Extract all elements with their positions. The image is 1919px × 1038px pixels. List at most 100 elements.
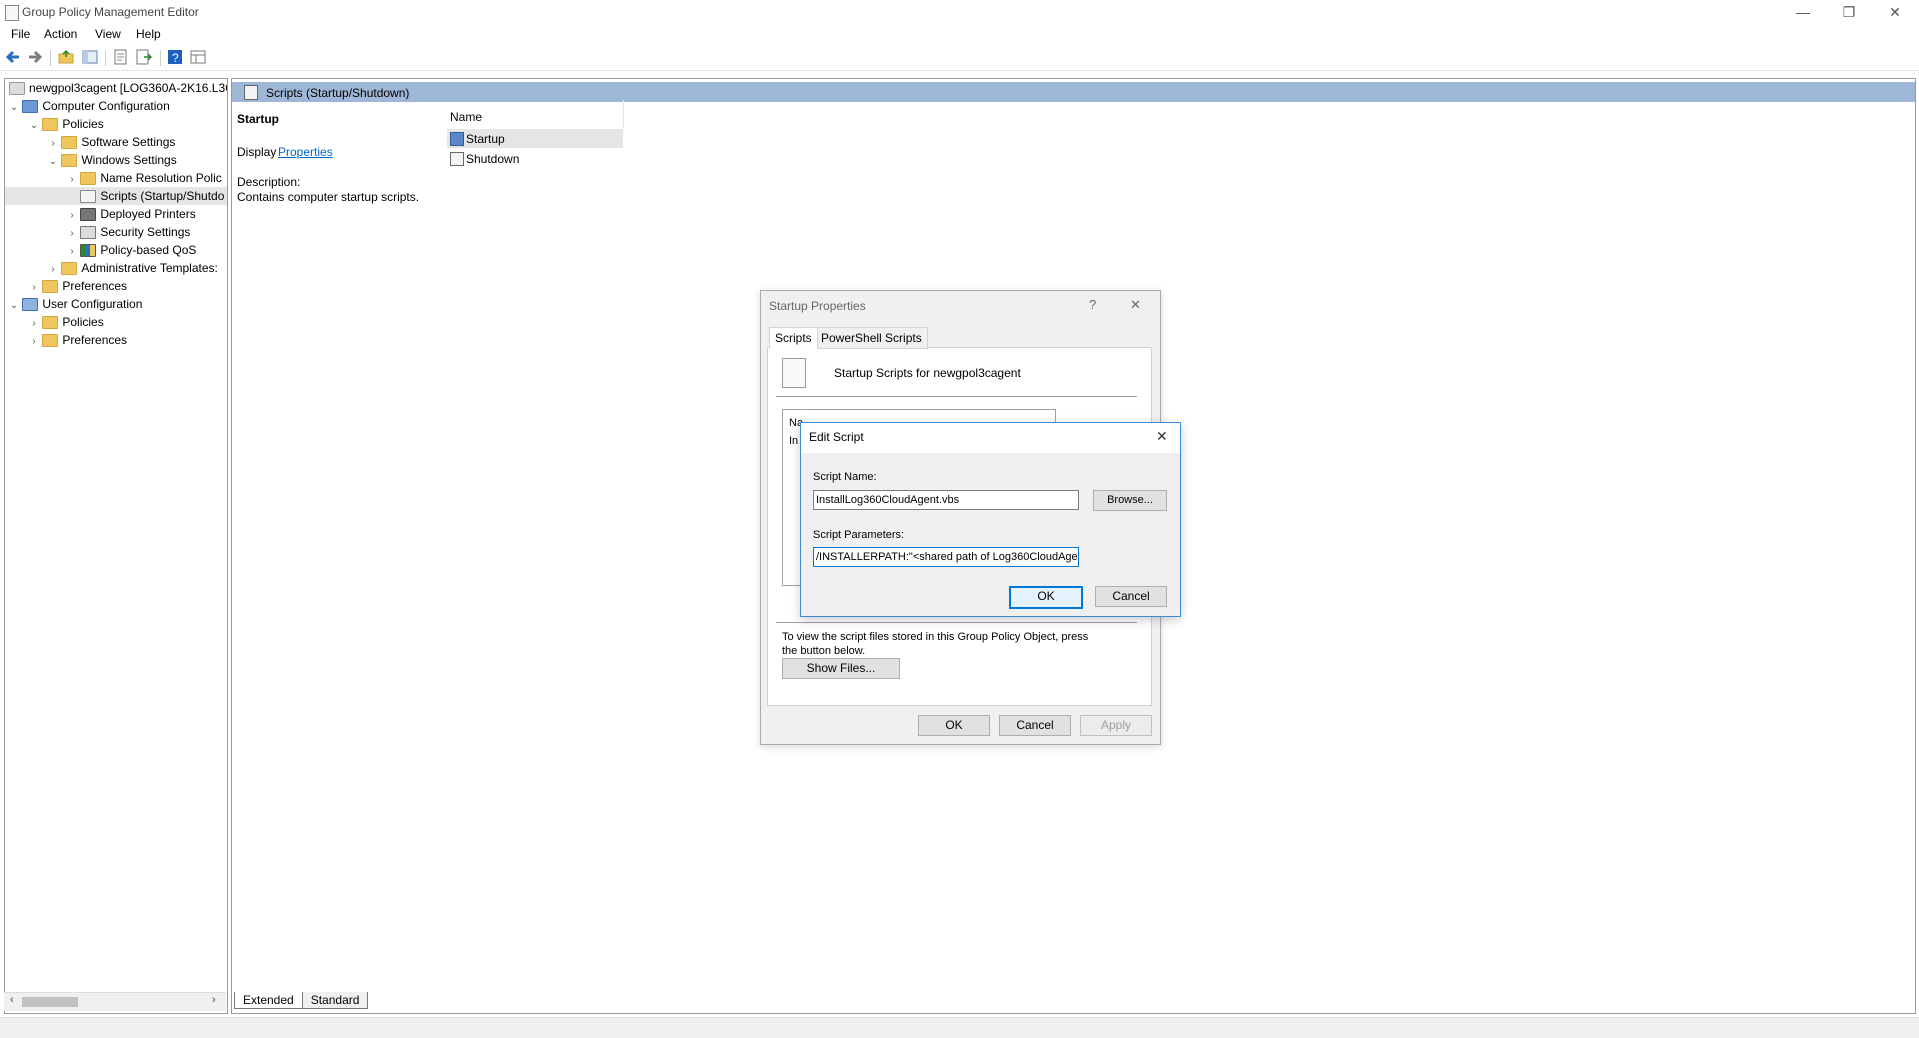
- menu-file[interactable]: File: [11, 27, 30, 41]
- folder-icon: [42, 316, 59, 330]
- export-icon[interactable]: [113, 49, 129, 65]
- tab-extended[interactable]: Extended: [234, 992, 303, 1009]
- tab-scripts[interactable]: Scripts: [769, 327, 818, 349]
- tree-item-windows-settings[interactable]: ⌄ Windows Settings: [5, 151, 227, 169]
- gpo-icon: [9, 82, 25, 96]
- chevron-down-icon[interactable]: ⌄: [29, 117, 39, 135]
- tree-item-security-settings[interactable]: › Security Settings: [5, 223, 227, 241]
- tree-label: Policy-based QoS: [100, 243, 197, 257]
- tree-label: Name Resolution Polic: [100, 171, 222, 185]
- script-icon: [80, 190, 97, 204]
- tree-scrollbar[interactable]: ‹ ›: [4, 992, 226, 1011]
- close-icon[interactable]: ✕: [1156, 428, 1168, 445]
- description-label: Description:: [237, 175, 301, 189]
- list-item[interactable]: Startup: [447, 129, 623, 148]
- tree-item-user-config[interactable]: ⌄ User Configuration: [5, 295, 227, 313]
- script-icon: [244, 85, 258, 100]
- tree-item-computer-config[interactable]: ⌄ Computer Configuration: [5, 97, 227, 115]
- scroll-left-icon[interactable]: ‹: [10, 994, 14, 1006]
- folder-icon: [42, 280, 59, 294]
- properties-icon[interactable]: [136, 49, 152, 65]
- details-header: Scripts (Startup/Shutdown): [232, 82, 1915, 102]
- list-item[interactable]: Shutdown: [447, 149, 623, 168]
- dialog-title: Startup Properties: [769, 299, 866, 313]
- folder-icon: [80, 172, 97, 186]
- folder-icon: [61, 262, 78, 276]
- tree-item-policy-qos[interactable]: › Policy-based QoS: [5, 241, 227, 259]
- script-params-input[interactable]: /INSTALLERPATH:"<shared path of Log360Cl…: [813, 547, 1079, 567]
- apply-button[interactable]: Apply: [1080, 715, 1152, 736]
- menu-view[interactable]: View: [95, 27, 121, 41]
- computer-icon: [22, 100, 39, 114]
- help-icon[interactable]: ?: [167, 49, 183, 65]
- menu-help[interactable]: Help: [136, 27, 161, 41]
- security-icon: [80, 226, 97, 240]
- tree-item-software-settings[interactable]: › Software Settings: [5, 133, 227, 151]
- tree-label: Policies: [62, 117, 104, 131]
- tree-label: User Configuration: [42, 297, 143, 311]
- help-button[interactable]: ?: [1089, 297, 1096, 312]
- script-name-input[interactable]: InstallLog360CloudAgent.vbs: [813, 490, 1079, 510]
- tree-item-user-preferences[interactable]: › Preferences: [5, 331, 227, 349]
- script-params-label: Script Parameters:: [813, 529, 905, 541]
- browse-button[interactable]: Browse...: [1093, 490, 1167, 511]
- tree-pane: newgpol3cagent [LOG360A-2K16.L3C ⌄ Compu…: [4, 78, 228, 1014]
- display-label: Display: [237, 145, 277, 159]
- chevron-right-icon[interactable]: ›: [29, 333, 39, 351]
- script-name-label: Script Name:: [813, 471, 877, 483]
- title-bar: Group Policy Management Editor — ❐ ✕: [0, 0, 1919, 26]
- tree-label: Scripts (Startup/Shutdo: [100, 189, 225, 203]
- forward-icon[interactable]: [27, 49, 43, 65]
- details-header-title: Scripts (Startup/Shutdown): [266, 86, 410, 100]
- up-folder-icon[interactable]: [58, 49, 74, 65]
- chevron-down-icon[interactable]: ⌄: [9, 99, 19, 117]
- close-window-button[interactable]: ✕: [1872, 0, 1918, 26]
- close-icon[interactable]: ✕: [1130, 297, 1141, 313]
- list-item-label: Startup: [466, 132, 505, 146]
- tree-root[interactable]: newgpol3cagent [LOG360A-2K16.L3C: [5, 79, 227, 97]
- folder-icon: [42, 334, 59, 348]
- tree-label: Computer Configuration: [42, 99, 170, 113]
- scroll-right-icon[interactable]: ›: [212, 994, 216, 1006]
- cancel-button[interactable]: Cancel: [1095, 586, 1167, 607]
- show-files-button[interactable]: Show Files...: [782, 658, 900, 679]
- tree-item-name-resolution[interactable]: › Name Resolution Polic: [5, 169, 227, 187]
- tree-item-policies[interactable]: ⌄ Policies: [5, 115, 227, 133]
- tree-label: Administrative Templates:: [81, 261, 218, 275]
- restore-button[interactable]: ❐: [1826, 0, 1872, 26]
- menu-action[interactable]: Action: [44, 27, 77, 41]
- tree-item-user-policies[interactable]: › Policies: [5, 313, 227, 331]
- chevron-down-icon[interactable]: ⌄: [9, 297, 19, 315]
- script-icon: [450, 132, 464, 146]
- tree-label: newgpol3cagent [LOG360A-2K16.L3C: [29, 81, 228, 95]
- tree-item-scripts[interactable]: Scripts (Startup/Shutdo: [5, 187, 227, 205]
- info-text: To view the script files stored in this …: [782, 631, 1089, 657]
- tree-item-admin-templates[interactable]: › Administrative Templates:: [5, 259, 227, 277]
- tree-label: Preferences: [62, 279, 128, 293]
- ok-button[interactable]: OK: [1009, 586, 1083, 609]
- tree-label: Preferences: [62, 333, 128, 347]
- script-icon: [782, 358, 806, 388]
- show-tree-icon[interactable]: [82, 49, 98, 65]
- tree-item-deployed-printers[interactable]: › Deployed Printers: [5, 205, 227, 223]
- column-header-name[interactable]: Name: [450, 110, 482, 124]
- back-icon[interactable]: [5, 49, 21, 65]
- list-item-label: Shutdown: [466, 152, 520, 166]
- properties-link[interactable]: Properties: [278, 145, 333, 159]
- ok-button[interactable]: OK: [918, 715, 990, 736]
- tab-powershell-scripts[interactable]: PowerShell Scripts: [815, 327, 928, 349]
- svg-text:?: ?: [172, 51, 179, 65]
- chevron-down-icon[interactable]: ⌄: [48, 153, 58, 171]
- scroll-thumb[interactable]: [22, 997, 78, 1007]
- user-icon: [22, 298, 39, 312]
- divider: [776, 396, 1137, 397]
- minimize-button[interactable]: —: [1780, 0, 1826, 26]
- view-icon[interactable]: [190, 49, 206, 65]
- divider: [776, 622, 1137, 623]
- tree-item-preferences[interactable]: › Preferences: [5, 277, 227, 295]
- section-heading: Startup: [237, 112, 279, 126]
- script-icon: [450, 152, 464, 166]
- toolbar-separator: [50, 50, 51, 66]
- cancel-button[interactable]: Cancel: [999, 715, 1071, 736]
- tab-standard[interactable]: Standard: [301, 992, 369, 1009]
